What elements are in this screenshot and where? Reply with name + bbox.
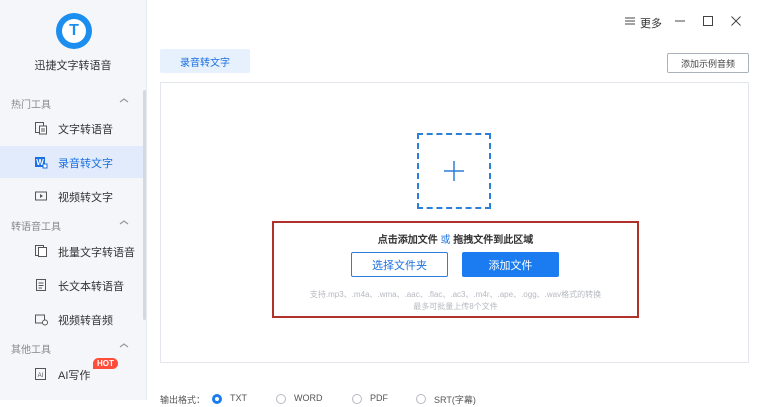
section-title-speech-tools: 转语音工具	[11, 222, 61, 233]
radio-word[interactable]	[276, 394, 286, 404]
close-icon[interactable]	[730, 15, 742, 27]
text-doc-icon	[35, 122, 47, 135]
app-logo-icon: T	[56, 13, 92, 49]
sidebar-item-label: 视频转音频	[58, 315, 113, 327]
chevron-up-icon[interactable]	[119, 218, 129, 228]
hint-or: 或	[440, 235, 451, 246]
upload-hint: 点击添加文件 或 拖拽文件到此区域	[272, 231, 639, 246]
sidebar-item-label: 文字转语音	[58, 124, 113, 136]
app-name: 迅捷文字转语音	[34, 60, 112, 72]
option-txt-label: TXT	[230, 393, 247, 403]
ai-write-icon: AI	[35, 368, 46, 380]
sidebar-item-label: 长文本转语音	[58, 281, 124, 293]
hot-badge: HOT	[93, 358, 118, 369]
batch-doc-icon	[35, 245, 47, 257]
sidebar: T 迅捷文字转语音 热门工具 文字转语音 W 录音转文字 视频转文字 转语音工具	[0, 0, 147, 400]
plus-icon	[444, 161, 464, 181]
section-title-other-tools: 其他工具	[11, 345, 51, 356]
sidebar-item-label: 录音转文字	[58, 158, 113, 170]
more-button[interactable]: 更多	[640, 15, 662, 31]
radio-txt[interactable]	[212, 394, 222, 404]
batch-limit-text: 最多可批量上传8个文件	[413, 302, 498, 311]
sidebar-item-batch-text-to-speech[interactable]: 批量文字转语音	[0, 235, 146, 267]
supported-formats-text: 支持.mp3、.m4a、.wma、.aac、.flac、.ac3、.m4r、.a…	[309, 290, 602, 299]
sidebar-item-long-text-to-speech[interactable]: 长文本转语音	[0, 269, 146, 301]
maximize-icon[interactable]	[702, 15, 714, 27]
sidebar-item-label: 批量文字转语音	[58, 247, 135, 259]
sidebar-item-video-to-text[interactable]: 视频转文字	[0, 180, 146, 212]
chevron-up-icon[interactable]	[119, 341, 129, 351]
add-example-audio-button[interactable]: 添加示例音频	[667, 53, 749, 73]
minimize-icon[interactable]	[674, 15, 686, 27]
select-folder-button[interactable]: 选择文件夹	[351, 252, 448, 277]
hint-click-add: 点击添加文件	[377, 235, 438, 246]
sidebar-item-ai-writing[interactable]: AI AI写作	[0, 358, 146, 390]
add-file-button[interactable]: 添加文件	[462, 252, 559, 277]
radio-pdf[interactable]	[352, 394, 362, 404]
section-title-hot: 热门工具	[11, 100, 51, 111]
chevron-up-icon[interactable]	[119, 96, 129, 106]
long-doc-icon	[36, 279, 46, 291]
sidebar-item-label: 视频转文字	[58, 192, 113, 204]
sidebar-scrollbar[interactable]	[143, 90, 146, 320]
app-logo-letter: T	[62, 19, 86, 43]
sidebar-item-audio-to-text[interactable]: W 录音转文字	[0, 146, 146, 178]
option-pdf-label: PDF	[370, 393, 388, 403]
sidebar-item-text-to-speech[interactable]: 文字转语音	[0, 112, 146, 144]
word-doc-icon: W	[35, 157, 48, 169]
radio-srt[interactable]	[416, 394, 426, 404]
sidebar-item-label: AI写作	[58, 370, 91, 382]
video-audio-icon	[35, 314, 48, 326]
menu-icon[interactable]	[624, 15, 636, 27]
sidebar-item-video-to-audio[interactable]: 视频转音频	[0, 303, 146, 335]
video-icon	[35, 191, 47, 201]
svg-text:AI: AI	[38, 373, 44, 379]
add-file-dropbox[interactable]	[417, 133, 491, 209]
option-word-label: WORD	[294, 393, 323, 403]
hint-drag: 拖拽文件到此区域	[453, 235, 534, 246]
tab-audio-to-text[interactable]: 录音转文字	[160, 49, 250, 73]
